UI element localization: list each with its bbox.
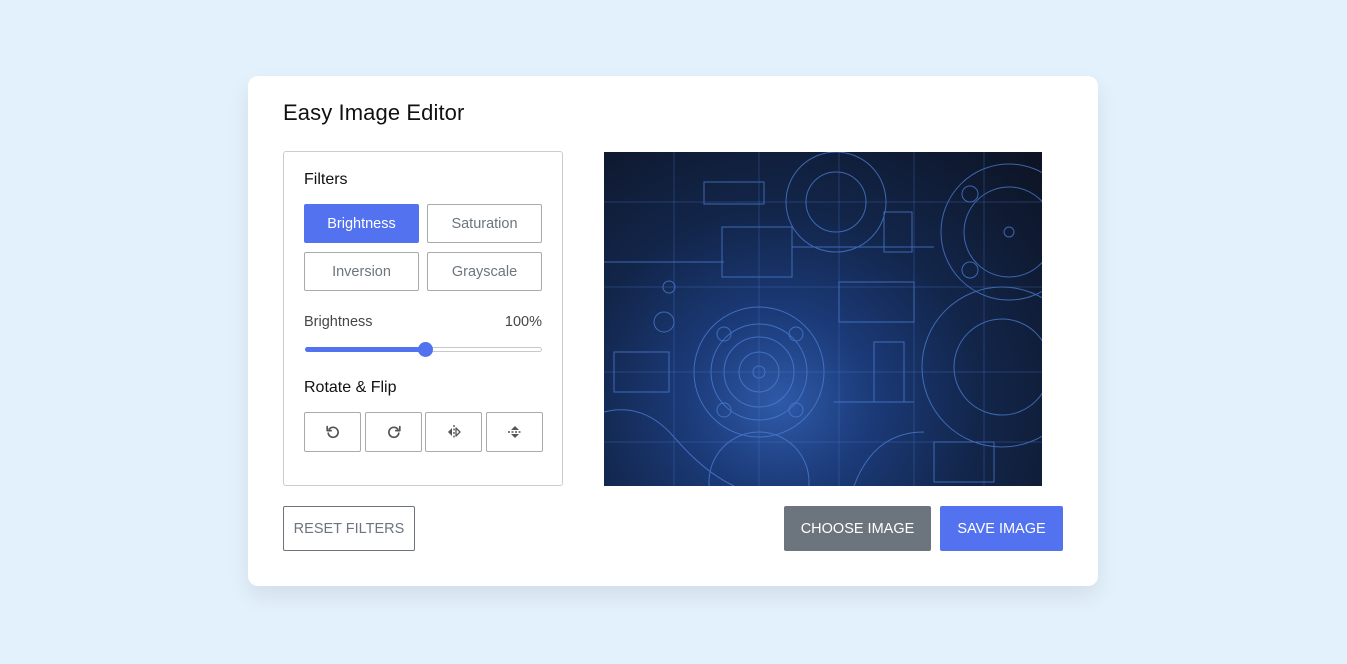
save-image-button[interactable]: Save Image: [940, 506, 1063, 551]
slider-thumb[interactable]: [418, 342, 433, 357]
filters-heading: Filters: [304, 171, 348, 188]
slider-value: 100%: [504, 314, 542, 330]
blueprint-image: [604, 152, 1042, 486]
brightness-slider[interactable]: [305, 342, 542, 357]
flip-horizontal-button[interactable]: [425, 412, 482, 452]
slider-info: Brightness 100%: [304, 314, 542, 330]
rotate-heading: Rotate & Flip: [304, 379, 397, 396]
slider-name: Brightness: [304, 314, 373, 330]
rotate-right-icon: [387, 425, 401, 439]
editor-panel: Filters Brightness Saturation Inversion …: [283, 151, 563, 486]
rotate-left-icon: [325, 425, 339, 439]
slider-fill: [305, 347, 424, 352]
reset-filters-button[interactable]: Reset Filters: [283, 506, 415, 551]
filter-grayscale-button[interactable]: Grayscale: [427, 252, 542, 291]
filter-inversion-button[interactable]: Inversion: [304, 252, 419, 291]
rotate-left-button[interactable]: [304, 412, 361, 452]
choose-image-button[interactable]: Choose Image: [784, 506, 931, 551]
filter-brightness-button[interactable]: Brightness: [304, 204, 419, 243]
flip-vertical-button[interactable]: [486, 412, 543, 452]
editor-card: Easy Image Editor Filters Brightness Sat…: [248, 76, 1098, 586]
image-preview: [604, 152, 1042, 486]
flip-vertical-icon: [507, 426, 522, 438]
rotate-right-button[interactable]: [365, 412, 422, 452]
flip-horizontal-icon: [447, 425, 461, 439]
filter-saturation-button[interactable]: Saturation: [427, 204, 542, 243]
app-title: Easy Image Editor: [283, 100, 465, 125]
